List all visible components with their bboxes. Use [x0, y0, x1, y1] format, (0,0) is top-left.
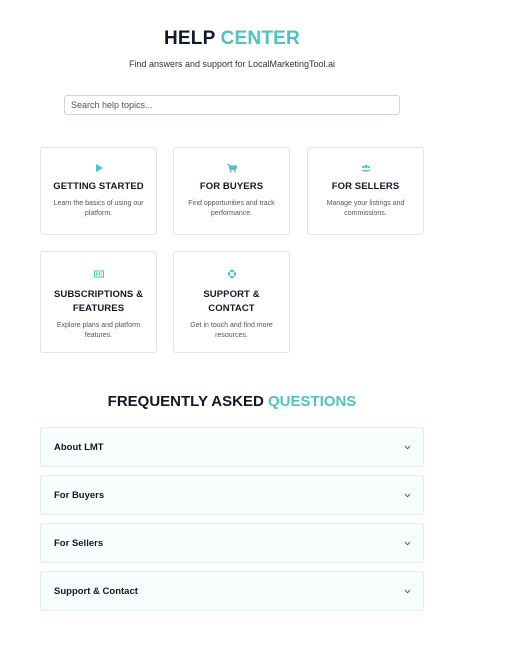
page-title-accent: CENTER	[220, 28, 300, 49]
faq-item-label: Support & Contact	[54, 585, 138, 597]
barcode-icon	[93, 270, 104, 278]
card-title: FOR SELLERS	[331, 181, 400, 192]
faq-item-label: For Sellers	[54, 537, 104, 549]
card-title: GETTING STARTED	[53, 181, 144, 192]
category-card-getting-started[interactable]: GETTING STARTED Learn the basics of usin…	[40, 147, 157, 235]
faq-item-label: For Buyers	[54, 489, 105, 501]
page-title-dark: HELP	[164, 28, 216, 49]
card-title: FOR BUYERS	[199, 181, 264, 192]
card-description: Get in touch and find more resources.	[190, 322, 273, 339]
card-description: Learn the basics of using our platform.	[53, 200, 144, 217]
lifebuoy-icon	[227, 269, 236, 279]
faq-title-dark: FREQUENTLY ASKED	[107, 393, 264, 410]
cart-icon	[227, 163, 237, 173]
faq-item-for-buyers[interactable]: For Buyers	[40, 475, 424, 515]
faq-item-support-contact[interactable]: Support & Contact	[40, 571, 424, 611]
category-card-for-sellers[interactable]: FOR SELLERS Manage your listings and com…	[307, 147, 424, 235]
card-title: SUPPORT & CONTACT	[203, 289, 260, 314]
category-card-for-buyers[interactable]: FOR BUYERS Find opportunities and track …	[173, 147, 290, 235]
faq-title: FREQUENTLY ASKED QUESTIONS	[0, 393, 464, 410]
chevron-down-icon	[404, 541, 411, 546]
card-description: Manage your listings and commissions.	[326, 200, 405, 217]
category-card-support[interactable]: SUPPORT & CONTACT Get in touch and find …	[173, 251, 290, 353]
faq-title-accent: QUESTIONS	[267, 393, 357, 410]
category-card-subscriptions[interactable]: SUBSCRIPTIONS & FEATURES Explore plans a…	[40, 251, 157, 353]
users-icon	[361, 164, 370, 172]
card-title: SUBSCRIPTIONS & FEATURES	[53, 289, 144, 314]
page-subtitle: Find answers and support for LocalMarket…	[128, 59, 336, 69]
chevron-down-icon	[404, 445, 411, 450]
help-center-page: HELP CENTER Find answers and support for…	[0, 0, 530, 659]
card-description: Explore plans and platform features.	[56, 322, 141, 339]
chevron-down-icon	[404, 493, 411, 498]
play-icon	[95, 164, 103, 172]
faq-item-for-sellers[interactable]: For Sellers	[40, 523, 424, 563]
chevron-down-icon	[404, 589, 411, 594]
faq-item-about-lmt[interactable]: About LMT	[40, 427, 424, 467]
search-input[interactable]	[64, 95, 400, 115]
faq-item-label: About LMT	[54, 441, 104, 453]
card-description: Find opportunities and track performance…	[188, 200, 275, 217]
page-title: HELP CENTER	[0, 28, 464, 50]
